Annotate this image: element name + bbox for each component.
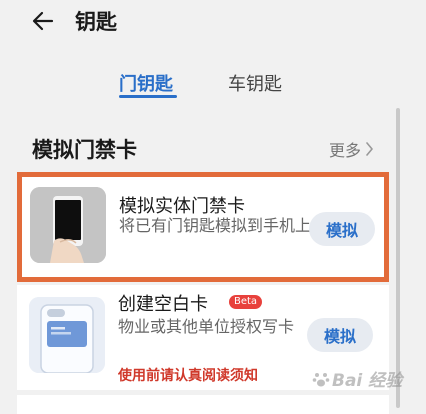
simulate-button[interactable]: 模拟 (309, 212, 375, 246)
back-button[interactable] (30, 8, 56, 34)
page-title: 钥匙 (75, 10, 117, 34)
paw-icon (312, 372, 330, 386)
simulate-button[interactable]: 模拟 (307, 318, 373, 352)
beta-badge: Beta (229, 295, 263, 309)
item-description: 将已有门钥匙模拟到手机上 (119, 216, 312, 235)
read-notice-warning[interactable]: 使用前请认真阅读须知 (118, 365, 258, 385)
section-title: 模拟门禁卡 (32, 138, 137, 162)
scrollbar[interactable] (396, 108, 400, 408)
chevron-right-icon (366, 142, 373, 156)
watermark-text: Bai 经验 (332, 371, 403, 391)
phone-card-icon (29, 297, 105, 373)
watermark: Bai 经验 (312, 366, 402, 391)
tab-door-keys[interactable]: 门钥匙 (119, 70, 173, 96)
item-title: 创建空白卡 (118, 294, 208, 315)
active-tab-indicator (119, 95, 177, 98)
phone-in-hand-icon (30, 187, 106, 263)
more-label: 更多 (328, 141, 361, 160)
next-list-item-partial (17, 395, 389, 414)
tab-car-keys[interactable]: 车钥匙 (228, 70, 282, 96)
more-link[interactable]: 更多 (329, 137, 374, 161)
list-item-simulate-physical-card[interactable]: 模拟实体门禁卡 将已有门钥匙模拟到手机上 模拟 (17, 172, 389, 282)
arrow-left-icon (32, 11, 54, 31)
item-description: 物业或其他单位授权写卡 (118, 317, 295, 336)
